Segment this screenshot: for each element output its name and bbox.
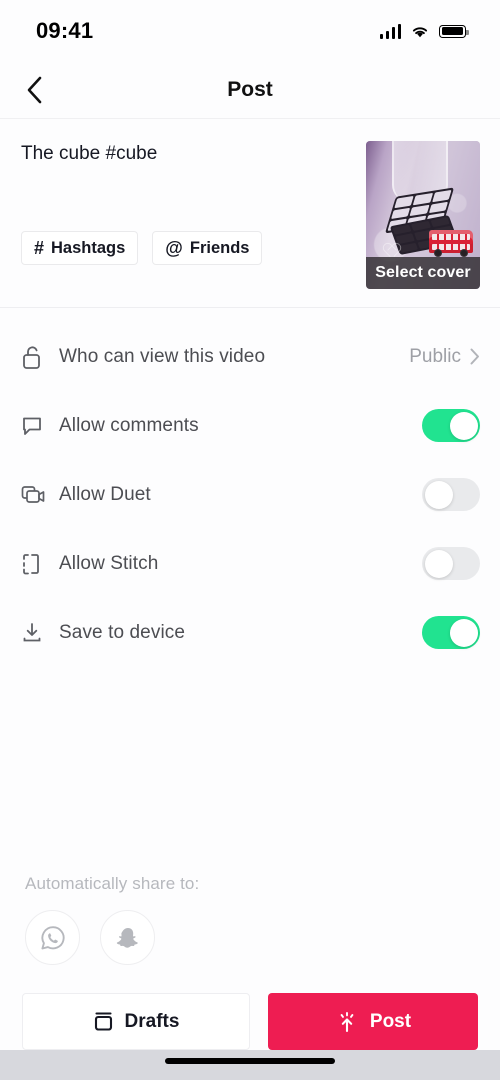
stitch-bracket-icon [21, 552, 59, 576]
chevron-right-icon [470, 348, 479, 365]
save-to-device-toggle[interactable] [422, 616, 480, 649]
drafts-button[interactable]: Drafts [22, 993, 250, 1050]
home-indicator[interactable] [165, 1058, 335, 1064]
at-mention-icon: @ [165, 238, 183, 258]
allow-stitch-toggle[interactable] [422, 547, 480, 580]
status-icons [379, 23, 469, 39]
setting-label: Who can view this video [59, 345, 266, 367]
setting-label: Allow Duet [59, 483, 151, 505]
setting-label: Allow Stitch [59, 552, 159, 574]
comment-bubble-icon [21, 414, 59, 438]
heart-decoration [380, 237, 396, 253]
flex-spacer [0, 667, 500, 874]
setting-value[interactable]: Public [409, 346, 480, 368]
caption-input[interactable]: The cube #cube [21, 141, 352, 227]
setting-row-allow-stitch[interactable]: Allow Stitch [21, 529, 480, 598]
allow-comments-toggle[interactable] [422, 409, 480, 442]
caption-left: The cube #cube # Hashtags @ Friends [21, 141, 352, 289]
upload-sparkle-icon [340, 1011, 354, 1032]
status-time: 09:41 [36, 18, 94, 43]
post-button[interactable]: Post [268, 993, 478, 1050]
hashtags-button[interactable]: # Hashtags [21, 231, 139, 265]
red-bus-sticker [429, 230, 473, 257]
back-button[interactable] [16, 72, 52, 108]
caption-chips: # Hashtags @ Friends [21, 231, 352, 265]
chevron-left-icon [27, 76, 41, 104]
download-icon [21, 621, 59, 645]
share-target-whatsapp[interactable] [25, 910, 80, 965]
hashtag-icon: # [34, 238, 45, 258]
header: Post [0, 62, 500, 119]
allow-duet-toggle[interactable] [422, 478, 480, 511]
setting-row-allow-comments[interactable]: Allow comments [21, 391, 480, 460]
setting-row-save-to-device[interactable]: Save to device [21, 598, 480, 667]
battery-full-icon [439, 24, 469, 38]
hashtags-label: Hashtags [51, 238, 126, 257]
snapchat-ghost-icon [116, 927, 138, 948]
setting-label: Save to device [59, 621, 186, 643]
share-target-snapchat[interactable] [100, 910, 155, 965]
setting-label: Allow comments [59, 414, 199, 436]
video-cover-thumbnail[interactable]: Select cover [366, 141, 480, 289]
caption-section: The cube #cube # Hashtags @ Friends Sele… [0, 119, 500, 308]
post-label: Post [369, 1010, 412, 1032]
settings-list: Who can view this video Public Allow com… [0, 308, 500, 667]
page-title: Post [227, 78, 273, 101]
friends-button[interactable]: @ Friends [152, 231, 263, 265]
unlocked-padlock-icon [21, 344, 59, 370]
whatsapp-icon [40, 925, 65, 949]
select-cover-label[interactable]: Select cover [366, 257, 480, 289]
status-bar: 09:41 [0, 0, 500, 62]
home-indicator-area [0, 1050, 500, 1080]
cellular-signal-icon [379, 23, 401, 39]
archive-box-icon [94, 1012, 112, 1031]
bottom-actions: Drafts Post [0, 965, 500, 1050]
friends-label: Friends [189, 238, 250, 257]
wifi-icon [412, 26, 428, 37]
auto-share-title: Automatically share to: [25, 874, 200, 893]
duet-video-icon [21, 483, 59, 507]
setting-row-who-can-view[interactable]: Who can view this video Public [21, 322, 480, 391]
setting-row-allow-duet[interactable]: Allow Duet [21, 460, 480, 529]
drafts-label: Drafts [124, 1010, 180, 1032]
post-screen: 09:41 Post The cube #cube # Hashtags @ F… [0, 0, 500, 1080]
auto-share-section: Automatically share to: [0, 874, 500, 965]
privacy-value: Public [409, 345, 461, 367]
auto-share-targets [25, 910, 480, 965]
